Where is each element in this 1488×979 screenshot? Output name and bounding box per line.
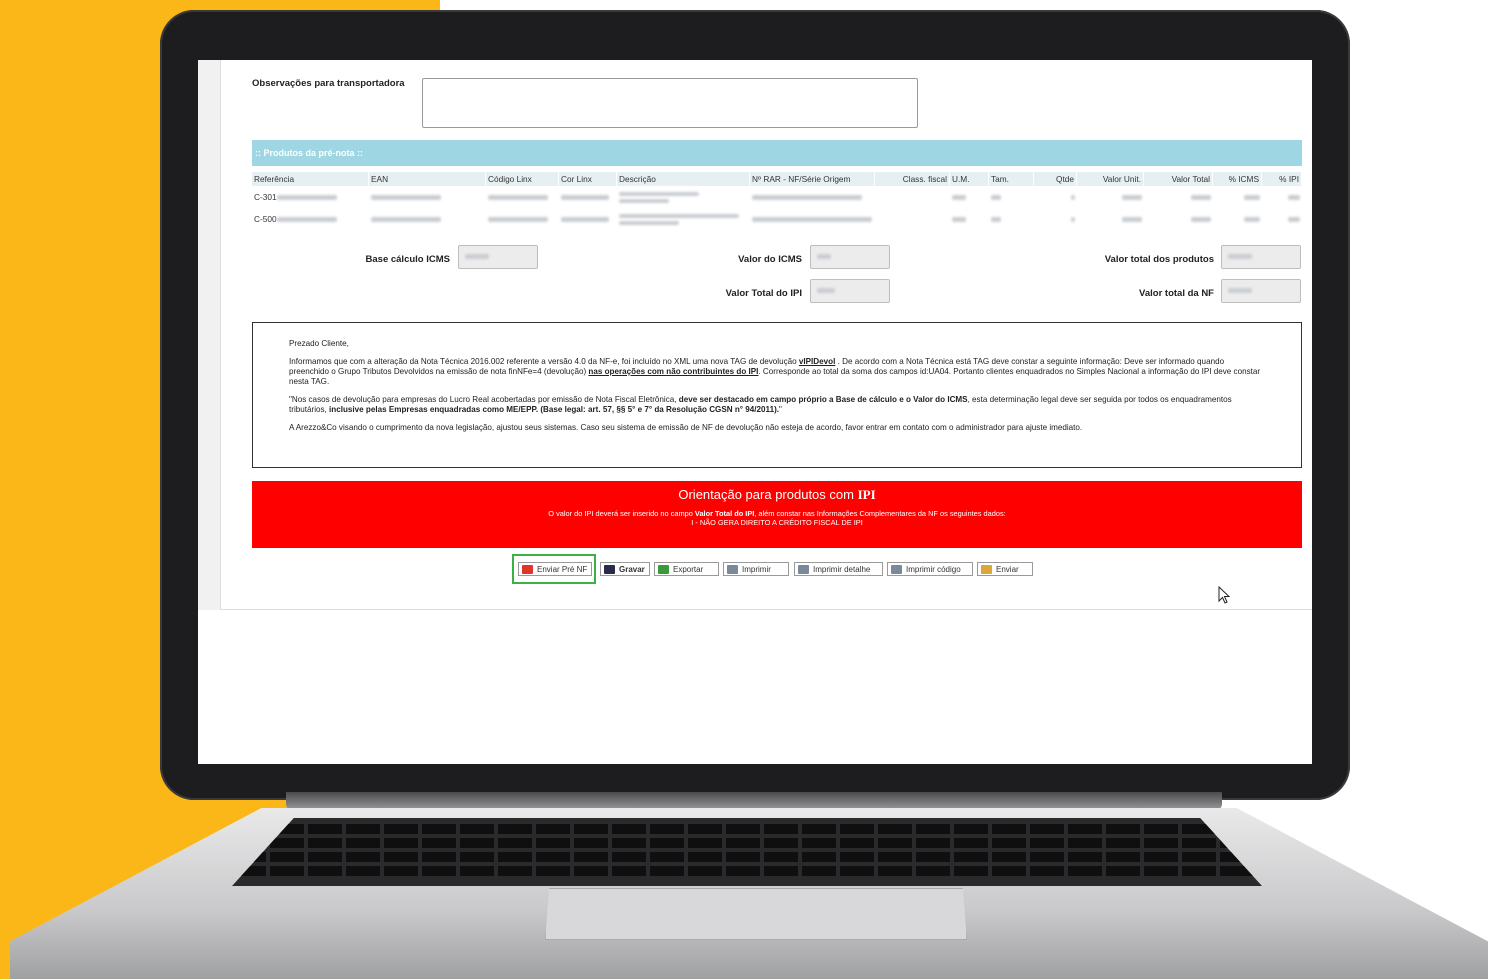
- valor-total-produtos-field[interactable]: [1221, 245, 1301, 269]
- laptop-hinge: [286, 792, 1222, 810]
- col-codigo-linx: Código Linx: [485, 172, 559, 186]
- page-divider: [220, 609, 1312, 610]
- notice-paragraph-3: A Arezzo&Co visando o cumprimento da nov…: [289, 423, 1083, 432]
- cell-referencia: C-500: [252, 208, 369, 230]
- ipi-orientation-text: O valor do IPI deverá ser inserido no ca…: [548, 509, 1006, 518]
- obs-label: Observações para transportadora: [252, 78, 405, 89]
- col-ipi: % IPI: [1261, 172, 1302, 186]
- laptop-keyboard: [232, 818, 1262, 886]
- col-um: U.M.: [949, 172, 989, 186]
- send-icon: [522, 565, 533, 574]
- valor-total-produtos-label: Valor total dos produtos: [1104, 254, 1214, 265]
- valor-total-nf-field[interactable]: [1221, 279, 1301, 303]
- col-ean: EAN: [368, 172, 486, 186]
- printer-icon: [891, 565, 902, 574]
- excel-icon: [658, 565, 669, 574]
- obs-field[interactable]: [422, 78, 918, 128]
- valor-total-ipi-field[interactable]: [810, 279, 890, 303]
- col-class-fiscal: Class. fiscal: [874, 172, 950, 186]
- mail-icon: [981, 565, 992, 574]
- gravar-button[interactable]: Gravar: [600, 562, 650, 576]
- col-descricao: Descrição: [616, 172, 750, 186]
- ipi-orientation-text-2: I - NÃO GERA DIREITO A CRÉDITO FISCAL DE…: [691, 518, 863, 527]
- col-valor-total: Valor Total: [1143, 172, 1213, 186]
- col-qtde: Qtde: [1033, 172, 1077, 186]
- enviar-pre-nf-button[interactable]: Enviar Pré NF: [518, 562, 592, 576]
- notice-paragraph-2: "Nos casos de devolução para empresas do…: [289, 395, 1232, 414]
- printer-icon: [727, 565, 738, 574]
- products-table: Referência EAN Código Linx Cor Linx Desc…: [252, 172, 1302, 230]
- table-row: C-301: [252, 186, 1302, 208]
- ipi-orientation-box: Orientação para produtos com IPI O valor…: [252, 481, 1302, 548]
- base-icms-field[interactable]: [458, 245, 538, 269]
- imprimir-detalhe-button[interactable]: Imprimir detalhe: [794, 562, 883, 576]
- imprimir-button[interactable]: Imprimir: [723, 562, 789, 576]
- ipi-orientation-title: Orientação para produtos com IPI: [678, 487, 876, 502]
- cell-referencia: C-301: [252, 186, 369, 208]
- base-icms-label: Base cálculo ICMS: [365, 254, 450, 265]
- page-left-rail: [198, 60, 221, 610]
- col-rar: Nº RAR - NF/Série Origem: [749, 172, 875, 186]
- valor-icms-label: Valor do ICMS: [738, 254, 802, 265]
- nao-contribuintes-text: nas operações com não contribuintes do I…: [588, 367, 759, 376]
- col-referencia: Referência: [252, 172, 369, 186]
- mouse-cursor-icon: [1218, 586, 1231, 604]
- laptop-screen: Observações para transportadora :: Produ…: [198, 60, 1312, 764]
- valor-total-nf-label: Valor total da NF: [1139, 288, 1214, 299]
- notice-greeting: Prezado Cliente,: [289, 339, 349, 348]
- save-icon: [604, 565, 615, 574]
- table-row: C-500: [252, 208, 1302, 230]
- exportar-button[interactable]: Exportar: [654, 562, 719, 576]
- printer-icon: [798, 565, 809, 574]
- imprimir-codigo-button[interactable]: Imprimir código: [887, 562, 973, 576]
- notice-paragraph-1: Informamos que com a alteração da Nota T…: [289, 357, 1261, 386]
- col-tam: Tam.: [988, 172, 1034, 186]
- laptop-trackpad: [545, 888, 967, 940]
- valor-total-ipi-label: Valor Total do IPI: [725, 288, 802, 299]
- vipidevol-tag: vIPIDevol: [798, 357, 836, 366]
- valor-icms-field[interactable]: [810, 245, 890, 269]
- legal-notice: Prezado Cliente, Informamos que com a al…: [252, 322, 1302, 468]
- table-header-row: Referência EAN Código Linx Cor Linx Desc…: [252, 172, 1302, 186]
- col-icms: % ICMS: [1212, 172, 1262, 186]
- enviar-button[interactable]: Enviar: [977, 562, 1033, 576]
- col-cor-linx: Cor Linx: [558, 172, 617, 186]
- products-section-header: :: Produtos da pré-nota ::: [252, 140, 1302, 166]
- col-valor-unit: Valor Unit.: [1076, 172, 1144, 186]
